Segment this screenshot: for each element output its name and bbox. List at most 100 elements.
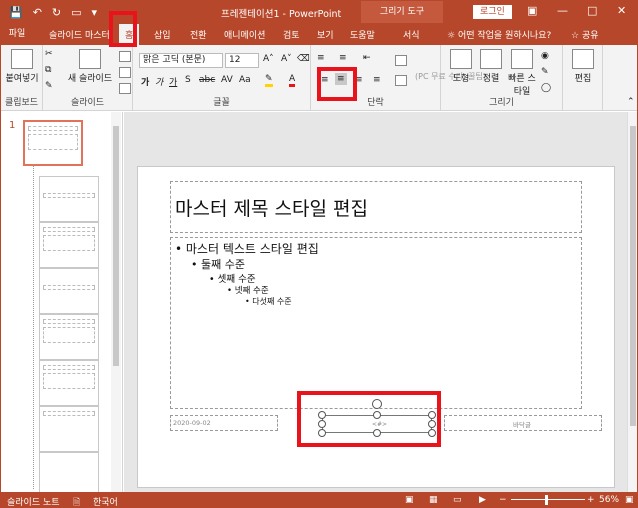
- indent-icon[interactable]: ⇤: [363, 53, 371, 63]
- strikethrough-button[interactable]: abc: [199, 75, 215, 85]
- layout-icon[interactable]: [119, 51, 131, 62]
- body-placeholder[interactable]: • 마스터 텍스트 스타일 편집 • 둘째 수준 • 셋째 수준 • 넷째 수준…: [170, 237, 582, 409]
- customize-icon[interactable]: ▾: [92, 6, 98, 19]
- title-placeholder[interactable]: 마스터 제목 스타일 편집: [170, 181, 582, 233]
- justify-icon[interactable]: ≡: [373, 75, 381, 85]
- new-slide-button[interactable]: 새 슬라이드: [65, 49, 115, 84]
- arrange-button[interactable]: 정렬: [477, 49, 505, 84]
- fit-slide-icon[interactable]: ▣: [625, 495, 634, 505]
- tab-slide-master[interactable]: 슬라이드 마스터: [49, 28, 110, 41]
- tab-transitions[interactable]: 전환: [190, 28, 207, 41]
- format-painter-icon[interactable]: ✎: [45, 81, 53, 91]
- font-name-combo[interactable]: 맑은 고딕 (본문): [139, 53, 223, 68]
- thumbnail-layout[interactable]: [39, 406, 99, 452]
- bold-button[interactable]: 가: [141, 75, 149, 88]
- slideshow-icon[interactable]: ▶: [479, 495, 486, 505]
- group-slides: ✂ ⧉ ✎ 새 슬라이드 슬라이드: [43, 45, 133, 111]
- grow-font-icon[interactable]: A˄: [263, 54, 274, 64]
- thumbnail-layout[interactable]: [39, 360, 99, 406]
- scrollbar-thumb[interactable]: [113, 126, 119, 366]
- zoom-slider[interactable]: [511, 499, 585, 500]
- thumbnail-master[interactable]: [23, 120, 83, 166]
- thumbnail-number: 1: [9, 120, 16, 131]
- tell-me-search[interactable]: ☼ 어떤 작업을 원하시나요?: [447, 28, 551, 41]
- italic-button[interactable]: 가: [155, 75, 163, 88]
- copy-icon[interactable]: ⧉: [45, 65, 51, 75]
- clear-format-icon[interactable]: ⌫: [297, 54, 310, 64]
- save-icon[interactable]: 💾: [9, 6, 23, 19]
- ribbon-display-icon[interactable]: ▣: [527, 4, 537, 17]
- minimize-icon[interactable]: —: [557, 4, 568, 17]
- tell-me-label: 어떤 작업을 원하시나요?: [457, 31, 552, 41]
- share-button[interactable]: ☆ 공유: [571, 28, 599, 41]
- editing-button[interactable]: 편집: [569, 49, 597, 84]
- group-label-slides: 슬라이드: [70, 98, 105, 108]
- slide-sorter-icon[interactable]: ▦: [429, 495, 438, 505]
- shape-effects-icon[interactable]: ◯: [541, 83, 551, 93]
- bullets-icon[interactable]: ≡: [317, 53, 325, 63]
- status-bar: 슬라이드 노트 🗎 한국어 ▣ ▦ ▭ ▶ − + 56% ▣: [1, 492, 637, 507]
- footer-placeholder[interactable]: 바닥글: [444, 415, 602, 431]
- thumbnail-layout[interactable]: [39, 314, 99, 360]
- powerpoint-window: 💾 ↶ ↻ ▭ ▾ 프레젠테이션1 - PowerPoint 그리기 도구 로그…: [0, 0, 638, 508]
- highlight-color-icon[interactable]: ✎: [265, 74, 273, 87]
- scrollbar-thumb[interactable]: [630, 126, 636, 426]
- shape-outline-icon[interactable]: ✎: [541, 67, 549, 77]
- date-placeholder[interactable]: 2020-09-02: [170, 415, 278, 431]
- quick-styles-label: 빠른 스타일: [508, 74, 536, 97]
- present-icon[interactable]: ▭: [71, 6, 81, 19]
- lightbulb-icon: ☼: [447, 31, 456, 41]
- undo-icon[interactable]: ↶: [33, 6, 42, 19]
- tab-review[interactable]: 검토: [283, 28, 300, 41]
- shape-fill-icon[interactable]: ◉: [541, 51, 549, 61]
- tab-file[interactable]: 파일: [1, 23, 33, 45]
- numbering-icon[interactable]: ≡: [339, 53, 347, 63]
- font-size-combo[interactable]: 12: [225, 53, 259, 68]
- highlight-home-tab: [109, 11, 137, 47]
- restore-icon[interactable]: □: [587, 4, 597, 17]
- quick-styles-button[interactable]: 빠른 스타일: [507, 49, 537, 97]
- tab-view[interactable]: 보기: [317, 28, 334, 41]
- zoom-slider-thumb[interactable]: [545, 495, 548, 505]
- close-icon[interactable]: ✕: [617, 4, 626, 17]
- arrange-icon: [480, 49, 502, 69]
- thumbnails-scrollbar[interactable]: [111, 112, 121, 492]
- shadow-button[interactable]: S: [185, 75, 191, 85]
- text-direction-icon[interactable]: [395, 55, 407, 66]
- tab-format[interactable]: 서식: [403, 28, 420, 41]
- reading-view-icon[interactable]: ▭: [453, 495, 462, 505]
- shrink-font-icon[interactable]: A˅: [281, 54, 292, 64]
- collapse-ribbon-icon[interactable]: ⌃: [627, 97, 635, 107]
- thumbnail-layout[interactable]: [39, 176, 99, 222]
- footer-text: 바닥글: [513, 421, 531, 429]
- language-label[interactable]: 한국어: [93, 495, 118, 507]
- section-icon[interactable]: [119, 83, 131, 94]
- thumbnail-layout[interactable]: [39, 268, 99, 314]
- redo-icon[interactable]: ↻: [52, 6, 61, 19]
- shapes-button[interactable]: 도형: [447, 49, 475, 84]
- zoom-out-icon[interactable]: −: [499, 495, 507, 505]
- zoom-level[interactable]: 56%: [599, 495, 619, 505]
- reset-icon[interactable]: [119, 67, 131, 78]
- new-slide-icon: [79, 49, 101, 69]
- editor-scrollbar[interactable]: [627, 112, 637, 492]
- spacing-button[interactable]: AV: [221, 75, 233, 85]
- align-text-icon[interactable]: [395, 75, 407, 86]
- change-case-button[interactable]: Aa: [239, 75, 251, 85]
- thumbnail-layout[interactable]: [39, 222, 99, 268]
- zoom-in-icon[interactable]: +: [587, 495, 595, 505]
- spellcheck-icon[interactable]: 🗎: [73, 495, 80, 507]
- title-bar: 💾 ↶ ↻ ▭ ▾ 프레젠테이션1 - PowerPoint 그리기 도구 로그…: [1, 1, 637, 23]
- underline-button[interactable]: 가: [169, 75, 177, 88]
- paste-button[interactable]: 붙여넣기: [5, 49, 39, 84]
- font-color-icon[interactable]: A: [289, 74, 296, 87]
- tab-animations[interactable]: 애니메이션: [224, 28, 265, 41]
- tab-insert[interactable]: 삽입: [154, 28, 171, 41]
- contextual-tool-header: 그리기 도구: [361, 1, 443, 23]
- group-label-font: 글꼴: [213, 98, 230, 108]
- login-button[interactable]: 로그인: [473, 5, 512, 19]
- normal-view-icon[interactable]: ▣: [405, 495, 414, 505]
- tab-help[interactable]: 도움말: [350, 28, 375, 41]
- cut-icon[interactable]: ✂: [45, 49, 53, 59]
- group-font: 맑은 고딕 (본문) 12 A˄ A˅ ⌫ 가 가 가 S abc AV Aa …: [133, 45, 311, 111]
